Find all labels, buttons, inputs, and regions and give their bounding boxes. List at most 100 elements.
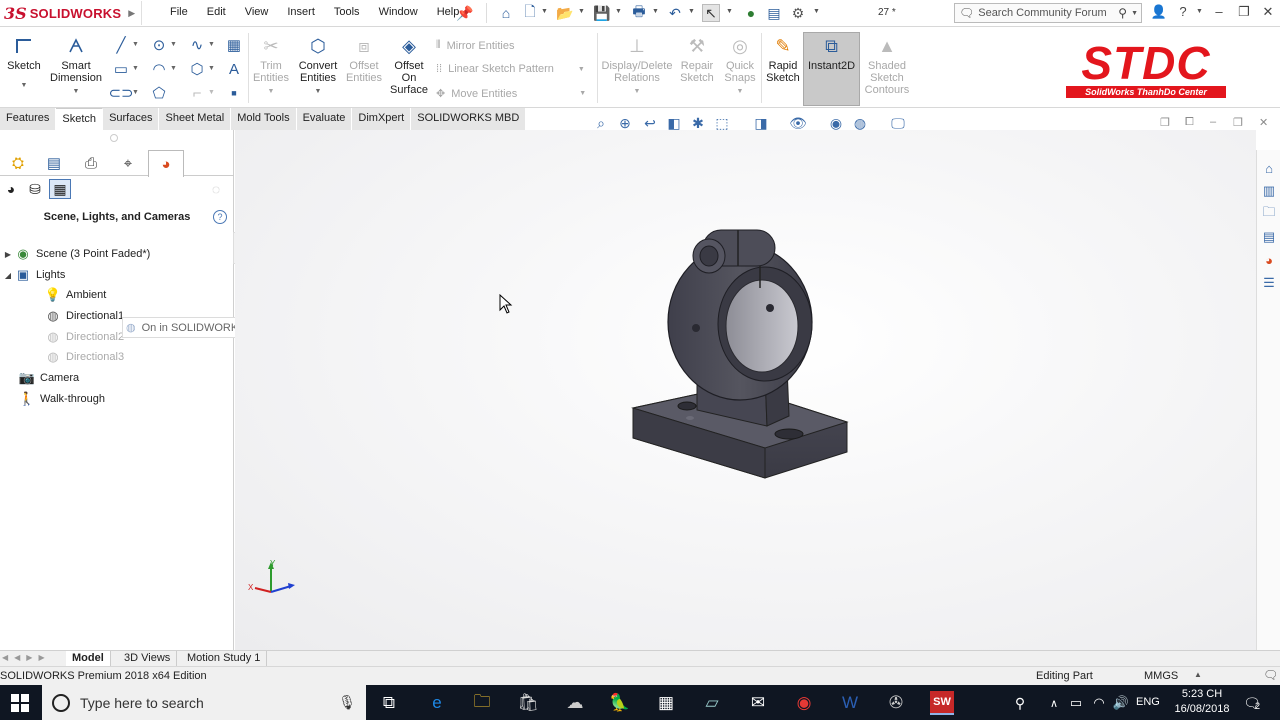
- collapse-arrow-icon[interactable]: ◢: [2, 271, 14, 280]
- slot-icon[interactable]: ⊂⊃: [108, 84, 133, 102]
- viewport-minimize-icon[interactable]: –: [1210, 116, 1216, 128]
- app-icon[interactable]: ☁: [563, 691, 587, 715]
- text-icon[interactable]: A: [225, 60, 243, 78]
- solidworks-resources-icon[interactable]: ⌂: [1259, 158, 1279, 178]
- tree-item-ambient[interactable]: 💡 Ambient: [44, 285, 106, 305]
- pin-icon[interactable]: 📌: [456, 4, 474, 22]
- linear-pattern-dropdown-icon[interactable]: ▼: [578, 66, 585, 73]
- slot-dropdown-icon[interactable]: ▼: [132, 89, 139, 96]
- rectangle-dropdown-icon[interactable]: ▼: [132, 65, 139, 72]
- windows-start-icon[interactable]: [8, 691, 32, 715]
- expand-arrow-icon[interactable]: ▶: [2, 250, 14, 259]
- tree-item-camera[interactable]: 📷 Camera: [18, 368, 79, 388]
- close-icon[interactable]: ✕: [1259, 4, 1277, 22]
- undo-icon[interactable]: ↶: [666, 4, 684, 22]
- menu-edit[interactable]: Edit: [197, 6, 235, 18]
- rectangle-icon[interactable]: ▭: [112, 60, 130, 78]
- restore-icon[interactable]: ❐: [1235, 4, 1253, 22]
- save-icon[interactable]: 💾: [593, 4, 611, 22]
- mirror-entities-button[interactable]: ⫴ Mirror Entities: [436, 39, 514, 52]
- file-properties-icon[interactable]: ▤: [765, 4, 783, 22]
- menu-window[interactable]: Window: [369, 6, 427, 18]
- circle-dropdown-icon[interactable]: ▼: [170, 41, 177, 48]
- viewport-link-icon[interactable]: ⧠: [1185, 116, 1194, 129]
- quick-snaps-button[interactable]: ◎ Quick Snaps ▼: [722, 35, 758, 98]
- line-icon[interactable]: ╱: [112, 36, 130, 54]
- arc-dropdown-icon[interactable]: ▼: [170, 65, 177, 72]
- tab-3d-views[interactable]: 3D Views: [118, 651, 178, 667]
- tab-mold-tools[interactable]: Mold Tools: [231, 108, 297, 130]
- configurationmanager-tab-icon[interactable]: ⎙: [73, 150, 109, 176]
- minimize-icon[interactable]: –: [1210, 4, 1228, 22]
- logo-flyout-arrow-icon[interactable]: ▶: [128, 8, 135, 19]
- tab-model[interactable]: Model: [66, 651, 111, 667]
- scene-lights-cameras-view-icon[interactable]: ▦: [49, 179, 71, 199]
- propertymanager-tab-icon[interactable]: ▤: [36, 150, 72, 176]
- graphics-area[interactable]: Y X: [235, 130, 1256, 650]
- trim-dropdown-icon[interactable]: ▼: [268, 86, 275, 98]
- save-dropdown-icon[interactable]: ▼: [615, 8, 622, 15]
- instant2d-button[interactable]: ⧉ Instant2D: [804, 35, 859, 72]
- tree-item-walk-through[interactable]: 🚶 Walk-through: [18, 389, 105, 409]
- decals-view-icon[interactable]: ⛁: [24, 179, 46, 199]
- taskbar-search-input[interactable]: Type here to search: [80, 695, 328, 711]
- view-palette-icon[interactable]: ▤: [1259, 227, 1279, 247]
- options-dropdown-icon[interactable]: ▼: [813, 8, 820, 15]
- network-icon[interactable]: ▭: [1064, 691, 1088, 715]
- menu-view[interactable]: View: [235, 6, 278, 18]
- fillet-icon[interactable]: ⌐: [188, 84, 206, 102]
- search-dropdown-icon[interactable]: ▼: [1131, 10, 1141, 17]
- custom-properties-icon[interactable]: ☰: [1259, 273, 1279, 293]
- display-delete-relations-button[interactable]: ⊥ Display/Delete Relations ▼: [600, 35, 674, 98]
- file-explorer-icon[interactable]: 🗀: [1259, 204, 1279, 224]
- viewport-restore-icon[interactable]: ❐: [1233, 116, 1243, 129]
- point-icon[interactable]: ■: [225, 84, 243, 102]
- rebuild-traffic-light-icon[interactable]: ●: [742, 4, 760, 22]
- help-icon[interactable]: ?: [1174, 4, 1192, 22]
- trim-entities-button[interactable]: ✂ Trim Entities ▼: [252, 35, 290, 98]
- viewport-tile-icon[interactable]: ❐: [1160, 116, 1170, 129]
- microphone-icon[interactable]: 🎙: [338, 694, 356, 711]
- wifi-icon[interactable]: ◠: [1087, 691, 1111, 715]
- featuremanager-tab-icon[interactable]: ⛭: [0, 150, 36, 176]
- offset-on-surface-button[interactable]: ◈ Offset On Surface: [388, 35, 430, 96]
- notepad-icon[interactable]: ▱: [700, 691, 724, 715]
- move-dropdown-icon[interactable]: ▼: [579, 90, 586, 97]
- linear-sketch-pattern-button[interactable]: ⁞⁞ Linear Sketch Pattern ▼: [436, 63, 585, 75]
- units-selector[interactable]: MMGS: [1144, 670, 1178, 682]
- parrot-app-icon[interactable]: 🦜: [608, 691, 632, 715]
- menu-insert[interactable]: Insert: [277, 6, 324, 18]
- circle-icon[interactable]: ⊙: [150, 36, 168, 54]
- search-community-forum[interactable]: 🗨 Search Community Forum ⚲ ▼: [954, 3, 1142, 23]
- tree-item-scene[interactable]: ▶ ◉ Scene (3 Point Faded*): [2, 244, 150, 264]
- tab-sketch[interactable]: Sketch: [56, 108, 104, 130]
- spline-dropdown-icon[interactable]: ▼: [208, 41, 215, 48]
- fillet-dropdown-icon[interactable]: ▼: [208, 89, 215, 96]
- undo-dropdown-icon[interactable]: ▼: [688, 8, 695, 15]
- menu-file[interactable]: File: [160, 6, 197, 18]
- panel-help-icon[interactable]: ?: [213, 210, 227, 224]
- appearances-scenes-icon[interactable]: ◕: [1259, 250, 1279, 270]
- polygon-icon[interactable]: ⬡: [188, 60, 206, 78]
- new-document-icon[interactable]: 🗋: [521, 3, 539, 22]
- tab-motion-study-1[interactable]: Motion Study 1: [181, 651, 268, 667]
- new-dropdown-icon[interactable]: ▼: [541, 8, 548, 15]
- tree-item-lights[interactable]: ◢ ▣ Lights: [2, 265, 65, 285]
- people-icon[interactable]: ⚲: [1008, 691, 1032, 715]
- search-icon[interactable]: ⚲: [1118, 6, 1127, 20]
- tab-scroll-arrows-icon[interactable]: ◀◀▶▶: [2, 653, 51, 662]
- select-icon[interactable]: ↖: [702, 4, 720, 22]
- panel-filter-icon[interactable]: ◌: [205, 179, 227, 199]
- tab-solidworks-mbd[interactable]: SOLIDWORKS MBD: [411, 108, 527, 130]
- point-polygon-icon[interactable]: ⬠: [150, 84, 168, 102]
- relations-dropdown-icon[interactable]: ▼: [634, 86, 641, 98]
- search-input[interactable]: Search Community Forum: [978, 7, 1114, 19]
- system-clock[interactable]: 5:23 CH 16/08/2018: [1172, 687, 1232, 717]
- file-explorer-taskbar-icon[interactable]: 🗀: [470, 691, 494, 715]
- polygon-dropdown-icon[interactable]: ▼: [208, 65, 215, 72]
- menu-tools[interactable]: Tools: [324, 6, 369, 18]
- arc-icon[interactable]: ◠: [150, 60, 168, 78]
- move-entities-button[interactable]: ✥ Move Entities ▼: [436, 87, 586, 101]
- options-gear-icon[interactable]: ⚙: [789, 4, 807, 22]
- edge-icon[interactable]: e: [425, 691, 449, 715]
